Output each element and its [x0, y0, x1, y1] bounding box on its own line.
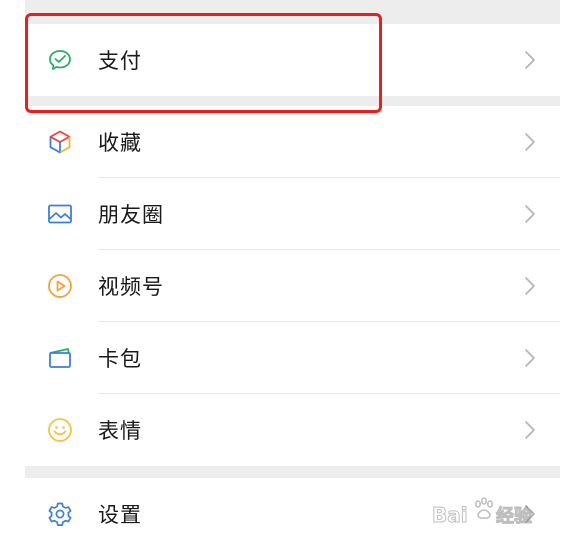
section-gap-top [25, 0, 560, 24]
favorites-cube-icon [46, 128, 74, 156]
menu-item-card-wallet[interactable]: 卡包 [25, 322, 560, 394]
card-wallet-icon [46, 344, 74, 372]
menu-item-channels[interactable]: 视频号 [25, 250, 560, 322]
menu-item-favorites[interactable]: 收藏 [25, 106, 560, 178]
menu-item-label: 表情 [98, 419, 142, 443]
menu-item-label: 朋友圈 [98, 203, 164, 227]
chevron-right-icon [524, 50, 536, 70]
menu-item-label: 卡包 [98, 347, 142, 371]
menu-panel: 支付 收藏 朋友圈 视频号 卡包 表情 设置 [25, 0, 560, 553]
chevron-right-icon [524, 420, 536, 440]
wechat-me-menu-screen: 支付 收藏 朋友圈 视频号 卡包 表情 设置 Bai 经验 [0, 0, 563, 553]
menu-item-label: 收藏 [98, 131, 142, 155]
menu-item-moments[interactable]: 朋友圈 [25, 178, 560, 250]
menu-item-label: 支付 [98, 49, 142, 73]
channels-play-icon [46, 272, 74, 300]
menu-item-pay[interactable]: 支付 [25, 24, 560, 96]
chevron-right-icon [524, 504, 536, 524]
wechat-pay-icon [46, 46, 74, 74]
chevron-right-icon [524, 348, 536, 368]
menu-item-settings[interactable]: 设置 [25, 478, 560, 550]
menu-item-label: 视频号 [98, 275, 164, 299]
menu-item-label: 设置 [98, 503, 142, 527]
settings-gear-icon [46, 500, 74, 528]
sticker-smile-icon [46, 416, 74, 444]
menu-item-stickers[interactable]: 表情 [25, 394, 560, 466]
chevron-right-icon [524, 204, 536, 224]
section-gap [25, 466, 560, 478]
section-gap [25, 96, 560, 106]
chevron-right-icon [524, 132, 536, 152]
chevron-right-icon [524, 276, 536, 296]
moments-picture-icon [46, 200, 74, 228]
